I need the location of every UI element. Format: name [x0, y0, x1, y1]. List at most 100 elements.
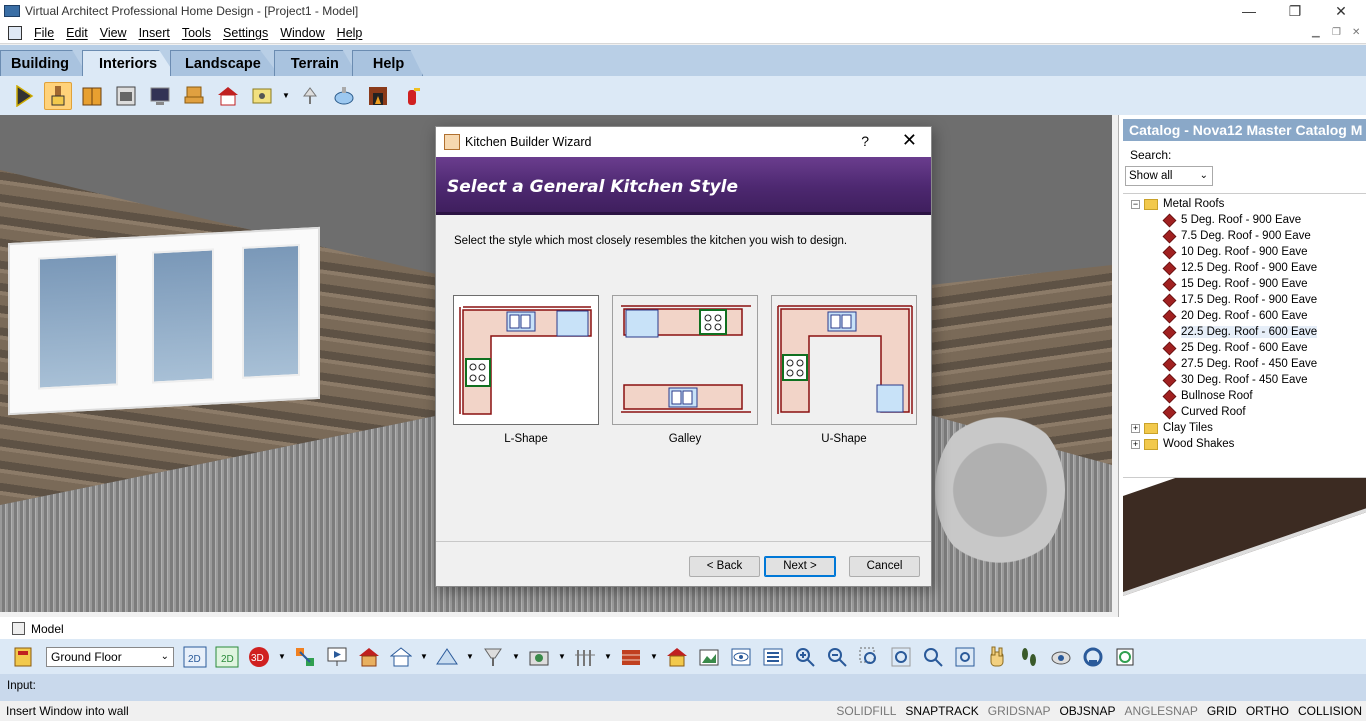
dropdown-arrow-icon[interactable]: ▼	[604, 652, 612, 661]
tree-item[interactable]: Bullnose Roof	[1123, 388, 1366, 404]
roof-plane-icon[interactable]	[434, 644, 460, 670]
snap-toggle-anglesnap[interactable]: ANGLESNAP	[1124, 704, 1197, 718]
tree-item[interactable]: 25 Deg. Roof - 600 Eave	[1123, 340, 1366, 356]
tab-terrain[interactable]: Terrain	[274, 50, 358, 76]
tree-item[interactable]: Curved Roof	[1123, 404, 1366, 420]
menu-file[interactable]: File	[28, 26, 60, 40]
tree-item[interactable]: 15 Deg. Roof - 900 Eave	[1123, 276, 1366, 292]
tree-folder[interactable]: −Metal Roofs	[1123, 196, 1366, 212]
zoom-realtime-icon[interactable]	[920, 644, 946, 670]
tree-item[interactable]: 30 Deg. Roof - 450 Eave	[1123, 372, 1366, 388]
tree-item[interactable]: 17.5 Deg. Roof - 900 Eave	[1123, 292, 1366, 308]
orbit-icon[interactable]	[1080, 644, 1106, 670]
tree-item[interactable]: 12.5 Deg. Roof - 900 Eave	[1123, 260, 1366, 276]
dialog-close-button[interactable]: ✕	[902, 130, 917, 151]
cancel-button[interactable]: Cancel	[849, 556, 920, 577]
dropdown-arrow-icon[interactable]: ▼	[466, 652, 474, 661]
appliance-icon[interactable]	[112, 82, 140, 110]
tab-model[interactable]: Model	[4, 618, 72, 639]
close-button[interactable]: ✕	[1318, 0, 1364, 22]
menu-insert[interactable]: Insert	[133, 26, 176, 40]
tab-landscape[interactable]: Landscape	[170, 50, 280, 76]
lamp-icon[interactable]	[296, 82, 324, 110]
pan-hand-icon[interactable]	[984, 644, 1010, 670]
view-3d-icon[interactable]: 3D	[246, 644, 272, 670]
room-icon[interactable]	[214, 82, 242, 110]
dropdown-arrow-icon[interactable]: ▼	[420, 652, 428, 661]
help-button[interactable]: ?	[861, 133, 869, 149]
collapse-icon[interactable]: −	[1131, 200, 1140, 209]
presentation-icon[interactable]	[324, 644, 350, 670]
display-settings-icon[interactable]	[760, 644, 786, 670]
tab-help[interactable]: Help	[352, 50, 423, 76]
fly-eye-icon[interactable]	[1048, 644, 1074, 670]
tab-interiors[interactable]: Interiors	[82, 50, 176, 76]
mdi-restore-button[interactable]: ❐	[1332, 27, 1341, 38]
tree-item[interactable]: 22.5 Deg. Roof - 600 Eave	[1123, 324, 1366, 340]
fire-extinguisher-icon[interactable]	[398, 82, 426, 110]
dropdown-arrow-icon[interactable]: ▼	[278, 652, 286, 661]
snap-toggle-grid[interactable]: GRID	[1207, 704, 1237, 718]
menu-help[interactable]: Help	[331, 26, 369, 40]
dropdown-arrow-icon[interactable]: ▼	[512, 652, 520, 661]
tree-folder[interactable]: +Clay Tiles	[1123, 420, 1366, 436]
navigation-wheel[interactable]	[935, 410, 1065, 570]
dropdown-arrow-icon[interactable]: ▼	[282, 91, 290, 100]
mdi-close-button[interactable]: ✕	[1352, 27, 1360, 38]
menu-view[interactable]: View	[94, 26, 133, 40]
plumbing-icon[interactable]	[330, 82, 358, 110]
expand-icon[interactable]: +	[1131, 440, 1140, 449]
tree-folder[interactable]: +Wood Shakes	[1123, 436, 1366, 452]
furniture-icon[interactable]	[180, 82, 208, 110]
fireplace-icon[interactable]	[364, 82, 392, 110]
expand-icon[interactable]: +	[1131, 424, 1140, 433]
fence-icon[interactable]	[572, 644, 598, 670]
walk-footprints-icon[interactable]	[1016, 644, 1042, 670]
brick-wall-icon[interactable]	[618, 644, 644, 670]
command-input-bar[interactable]: Input:	[0, 674, 1366, 701]
dropdown-arrow-icon[interactable]: ▼	[650, 652, 658, 661]
zoom-in-icon[interactable]	[792, 644, 818, 670]
electronics-icon[interactable]	[146, 82, 174, 110]
view-2d-icon[interactable]: 2D	[182, 644, 208, 670]
restore-button[interactable]: ❐	[1272, 0, 1318, 22]
refresh-icon[interactable]	[1112, 644, 1138, 670]
snap-toggle-snaptrack[interactable]: SNAPTRACK	[905, 704, 978, 718]
house-red-icon[interactable]	[356, 644, 382, 670]
next-button[interactable]: Next >	[764, 556, 836, 577]
back-button[interactable]: < Back	[689, 556, 760, 577]
minimize-button[interactable]: —	[1226, 0, 1272, 22]
snap-toggle-solidfill[interactable]: SOLIDFILL	[836, 704, 896, 718]
picture-icon[interactable]	[696, 644, 722, 670]
option-u-shape[interactable]	[771, 295, 917, 425]
menu-tools[interactable]: Tools	[176, 26, 217, 40]
mdi-minimize-button[interactable]: ▁	[1312, 27, 1320, 38]
zoom-box-icon[interactable]	[888, 644, 914, 670]
house-blue-icon[interactable]	[388, 644, 414, 670]
tab-building[interactable]: Building	[0, 50, 88, 76]
option-galley[interactable]	[612, 295, 758, 425]
tree-item[interactable]: 10 Deg. Roof - 900 Eave	[1123, 244, 1366, 260]
zoom-out-icon[interactable]	[824, 644, 850, 670]
eye-view-icon[interactable]	[728, 644, 754, 670]
floor-select[interactable]: Ground Floor ⌄	[46, 647, 174, 667]
catalog-filter-select[interactable]: Show all ⌄	[1125, 166, 1213, 186]
snap-toggle-objsnap[interactable]: OBJSNAP	[1059, 704, 1115, 718]
select-arrow-icon[interactable]	[10, 82, 38, 110]
snap-toggle-ortho[interactable]: ORTHO	[1246, 704, 1289, 718]
zoom-window-icon[interactable]	[856, 644, 882, 670]
view-2d-plus-icon[interactable]: 2D	[214, 644, 240, 670]
dropdown-arrow-icon[interactable]: ▼	[558, 652, 566, 661]
walls-icon[interactable]	[292, 644, 318, 670]
menu-window[interactable]: Window	[274, 26, 330, 40]
tree-item[interactable]: 20 Deg. Roof - 600 Eave	[1123, 308, 1366, 324]
fit-view-icon[interactable]	[952, 644, 978, 670]
paint-brush-icon[interactable]	[44, 82, 72, 110]
tree-item[interactable]: 27.5 Deg. Roof - 450 Eave	[1123, 356, 1366, 372]
camera-icon[interactable]	[526, 644, 552, 670]
tree-item[interactable]: 5 Deg. Roof - 900 Eave	[1123, 212, 1366, 228]
menu-settings[interactable]: Settings	[217, 26, 274, 40]
menu-edit[interactable]: Edit	[60, 26, 94, 40]
snap-toggle-collision[interactable]: COLLISION	[1298, 704, 1362, 718]
lamp-shade-icon[interactable]	[480, 644, 506, 670]
